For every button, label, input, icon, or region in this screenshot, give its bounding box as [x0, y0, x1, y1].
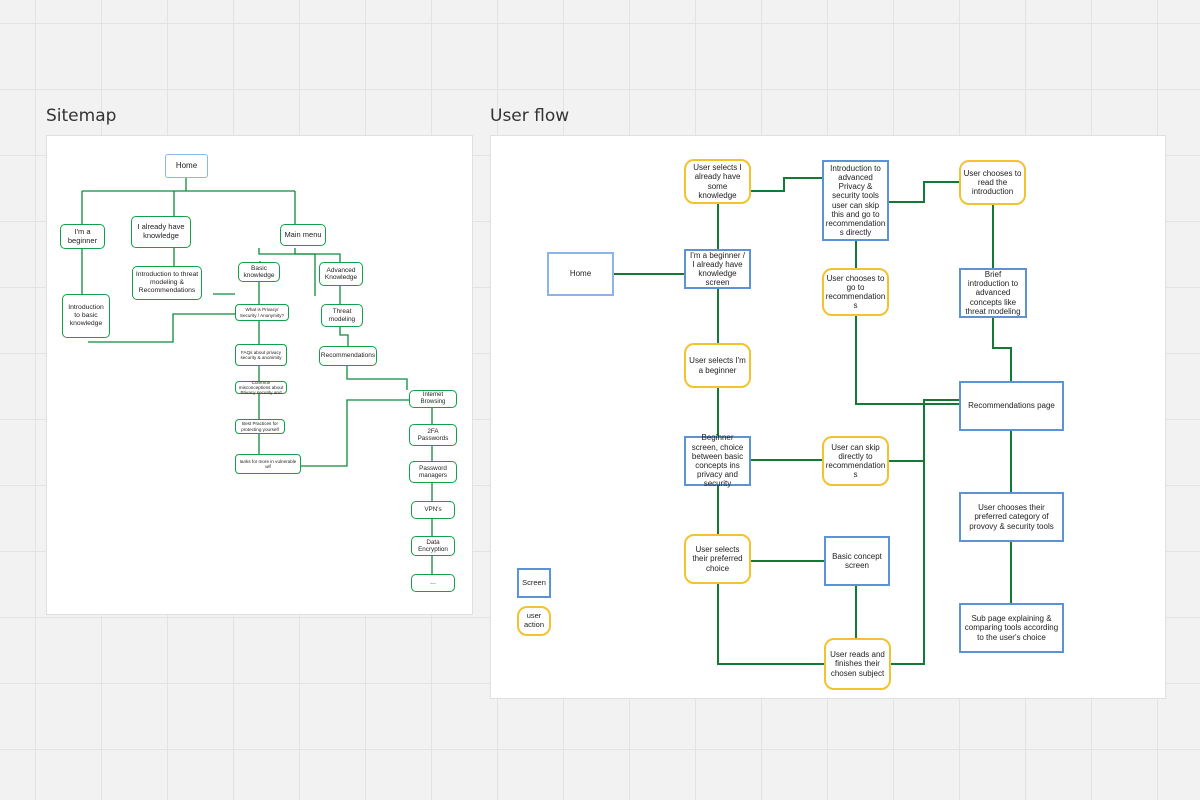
sitemap-title: Sitemap	[46, 106, 117, 126]
sitemap-connectors	[81, 178, 433, 574]
flow-brief-intro[interactable]: Brief introduction to advanced concepts …	[959, 268, 1027, 318]
flow-choose-category[interactable]: User chooses their preferred category of…	[959, 492, 1064, 542]
flow-beginner-screen[interactable]: Beginner screen, choice between basic co…	[684, 433, 751, 488]
flow-selects-beginner[interactable]: User selects I'm a beginner	[684, 343, 751, 388]
sitemap-2fa-passwords[interactable]: 2FA Passwords	[409, 424, 457, 446]
flow-chooses-read-intro[interactable]: User chooses to read the introduction	[959, 160, 1026, 205]
sitemap-board[interactable]: Home I'm a beginner I already have knowl…	[46, 135, 473, 615]
sitemap-more[interactable]: ...	[411, 574, 455, 592]
sitemap-internet-browsing[interactable]: Internet Browsing	[409, 390, 457, 408]
legend-screen: Screen	[517, 568, 551, 598]
sitemap-misconceptions[interactable]: Common misconceptions about Privacy secu…	[235, 380, 287, 395]
sitemap-best-practices[interactable]: Best Practices for protecting yourself	[235, 419, 285, 434]
legend-user-action: user action	[517, 606, 551, 636]
sitemap-basic-knowledge[interactable]: Basic knowledge	[238, 262, 280, 282]
sitemap-vpns[interactable]: VPN's	[411, 501, 455, 519]
sitemap-what-is[interactable]: What is Privacy/ Security / Anonymity?	[235, 304, 289, 321]
flow-home[interactable]: Home	[547, 252, 614, 296]
sitemap-recommendations[interactable]: Recommendations	[319, 346, 377, 366]
sitemap-advanced-knowledge[interactable]: Advanced Knowledge	[319, 262, 363, 286]
flow-basic-concept-screen[interactable]: Basic concept screen	[824, 536, 890, 586]
flow-sub-page[interactable]: Sub page explaining & comparing tools ac…	[959, 603, 1064, 653]
sitemap-main-menu[interactable]: Main menu	[280, 224, 326, 246]
sitemap-vulnerable[interactable]: Ianks for more in vulnerable wif	[235, 454, 301, 474]
flow-go-to-recommendations[interactable]: User chooses to go to recommendation s	[822, 268, 889, 316]
flow-reads-finishes[interactable]: User reads and finishes their chosen sub…	[824, 638, 891, 690]
flow-beginner-knowledge-screen[interactable]: I'm a beginner / I already have knowledg…	[684, 249, 751, 289]
sitemap-faqs[interactable]: FAQs about privacy security & anonimity	[235, 344, 287, 366]
flow-selects-knowledge[interactable]: User selects I already have some knowled…	[684, 159, 751, 204]
sitemap-password-managers[interactable]: Password managers	[409, 461, 457, 483]
sitemap-data-encryption[interactable]: Data Encryption	[411, 536, 455, 556]
userflow-board[interactable]: Home User selects I already have some kn…	[490, 135, 1166, 699]
sitemap-beginner[interactable]: I'm a beginner	[60, 224, 105, 249]
flow-intro-advanced[interactable]: Introduction to advanced Privacy & secur…	[822, 160, 889, 241]
userflow-title: User flow	[490, 106, 570, 126]
flow-skip-to-recommendations[interactable]: User can skip directly to recommendation…	[822, 436, 889, 486]
flow-selects-preferred[interactable]: User selects their preferred choice	[684, 534, 751, 584]
sitemap-threat-modeling[interactable]: Threat modeling	[321, 304, 363, 327]
flow-recommendations-page[interactable]: Recommendations page	[959, 381, 1064, 431]
sitemap-home[interactable]: Home	[165, 154, 208, 178]
sitemap-knowledge[interactable]: I already have knowledge	[131, 216, 191, 248]
sitemap-intro-threat[interactable]: Introduction to threat modeling & Recomm…	[132, 266, 202, 300]
sitemap-intro-basic[interactable]: Introduction to basic knowledge	[62, 294, 110, 338]
